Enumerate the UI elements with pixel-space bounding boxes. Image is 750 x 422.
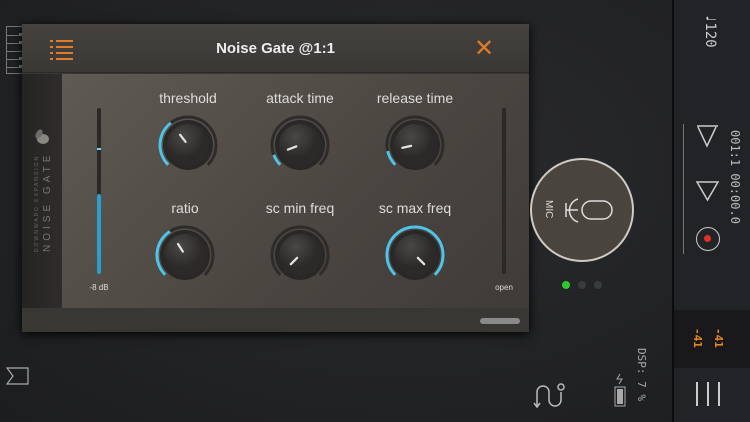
battery-icon: [614, 373, 626, 407]
track-label-icon[interactable]: [6, 366, 30, 386]
page-dot[interactable]: [562, 281, 570, 289]
input-level-label: -8 dB: [89, 283, 109, 292]
level-left: -41: [691, 328, 704, 348]
knob-label: ratio: [171, 200, 199, 216]
mic-label: MIC: [543, 200, 554, 219]
page-dot[interactable]: [594, 281, 602, 289]
piano-keyboard-icon[interactable]: [6, 26, 24, 74]
transport-divider: [683, 124, 684, 254]
brand-name: NOISE GATE: [42, 151, 53, 252]
microphone-icon: [565, 198, 613, 223]
close-icon[interactable]: ✕: [474, 37, 494, 61]
output-gate-label: open: [495, 283, 513, 292]
sc-max-freq-knob[interactable]: [375, 215, 455, 295]
knob-label: sc max freq: [378, 200, 452, 216]
plugin-title: Noise Gate @1:1: [216, 40, 335, 57]
knob-label: attack time: [266, 90, 334, 106]
input-level-fill: [97, 194, 101, 274]
page-indicator[interactable]: [562, 281, 602, 289]
tempo-display[interactable]: ♩120: [702, 14, 718, 48]
record-button[interactable]: [696, 227, 720, 251]
knob-label: threshold: [159, 90, 217, 106]
knob-label: release time: [376, 90, 454, 106]
sc-min-freq-knob[interactable]: [260, 215, 340, 295]
knob-label: sc min freq: [265, 200, 335, 216]
noise-gate-plugin-window: Noise Gate @1:1 ✕ DOWNWARD EXPANSION NOI…: [22, 24, 529, 332]
rewind-icon[interactable]: [695, 124, 721, 150]
plugin-footer: [22, 308, 529, 332]
mic-input-button[interactable]: MIC: [530, 158, 634, 262]
mixer-menu-icon[interactable]: [694, 380, 724, 408]
dsp-usage: DSP: 7 %: [635, 348, 648, 401]
input-level-meter[interactable]: [97, 108, 101, 274]
level-right: -41: [712, 328, 725, 348]
resize-handle[interactable]: [480, 318, 520, 324]
leaf-logo-icon: [35, 129, 49, 144]
threshold-marker: [97, 147, 101, 150]
release-time-knob[interactable]: [375, 105, 455, 185]
output-gate-meter: [502, 108, 506, 274]
ratio-knob[interactable]: [145, 215, 225, 295]
play-icon[interactable]: [695, 180, 721, 202]
routing-icon[interactable]: [533, 380, 569, 410]
record-icon: [704, 235, 711, 242]
page-dot[interactable]: [578, 281, 586, 289]
threshold-knob[interactable]: [148, 105, 228, 185]
brand-strip: DOWNWARD EXPANSION NOISE GATE: [22, 74, 62, 308]
position-display: 001:1 00:00.0: [728, 130, 742, 224]
brand-subtitle: DOWNWARD EXPANSION: [34, 154, 40, 252]
attack-time-knob[interactable]: [260, 105, 340, 185]
